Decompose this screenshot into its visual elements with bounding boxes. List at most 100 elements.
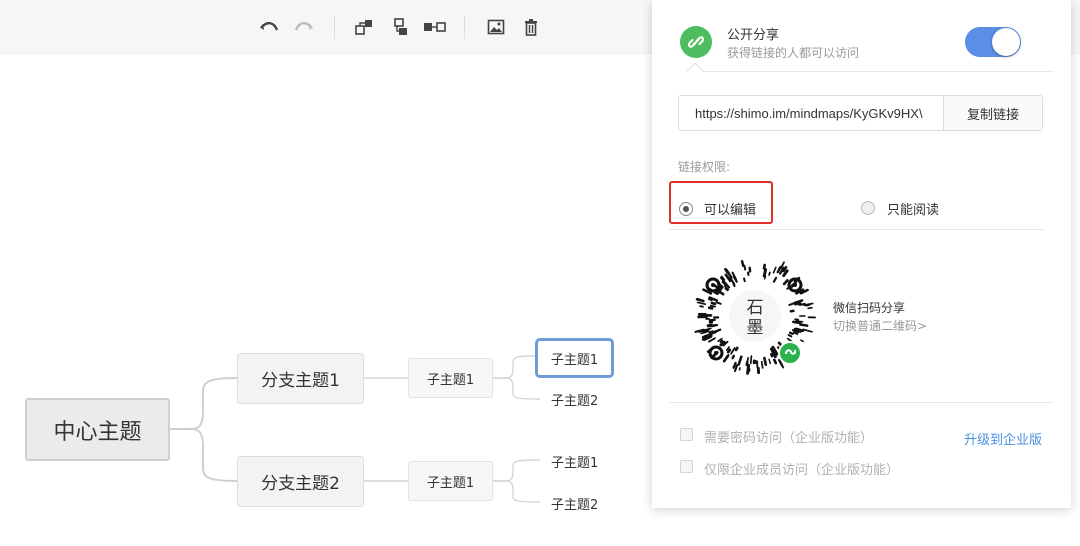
qr-module	[788, 302, 795, 306]
qr-module	[738, 367, 741, 371]
divider	[702, 71, 1054, 72]
qr-module	[701, 327, 712, 332]
delete-icon[interactable]	[519, 15, 543, 39]
qr-module	[726, 348, 732, 354]
qr-module	[762, 263, 766, 270]
qr-module	[799, 323, 809, 327]
qr-module	[795, 320, 804, 323]
branch-topic-2[interactable]: 分支主题2	[237, 456, 364, 507]
toolbar-separator	[464, 15, 465, 39]
qr-module	[707, 306, 714, 310]
switch-qr-link[interactable]: 切换普通二维码>	[833, 317, 927, 334]
qr-module	[793, 331, 799, 335]
mini-program-icon	[778, 341, 802, 365]
password-access-label: 需要密码访问（企业版功能）	[704, 431, 874, 446]
qr-module	[710, 301, 717, 306]
link-icon	[680, 26, 712, 58]
qr-module	[800, 339, 804, 343]
qr-module	[713, 290, 719, 295]
leaf-topic-2-1[interactable]: 子主题1	[551, 452, 598, 471]
app-window: 中心主题 分支主题1 分支主题2 子主题1 子主题1 子主题1 子主题2 子主题…	[0, 0, 1080, 546]
qr-module	[709, 304, 717, 308]
qr-logo-char-1: 石	[747, 298, 764, 318]
qr-module	[788, 331, 794, 336]
qr-module	[787, 334, 793, 338]
qr-module	[769, 352, 774, 358]
qr-module	[768, 358, 772, 365]
add-child-topic-icon[interactable]	[352, 15, 376, 39]
radio-can-edit-label[interactable]: 可以编辑	[704, 199, 756, 218]
qr-module	[732, 361, 737, 369]
qr-module	[730, 347, 736, 355]
toggle-knob	[992, 28, 1020, 56]
qr-module	[708, 337, 716, 343]
qr-logo-char-2: 墨	[747, 318, 764, 338]
qr-module	[743, 264, 747, 271]
qr-module	[699, 305, 704, 308]
add-parent-topic-icon[interactable]	[423, 15, 447, 39]
add-sibling-topic-icon[interactable]	[389, 15, 413, 39]
subtopic-1-1[interactable]: 子主题1	[408, 358, 493, 398]
members-only-checkbox[interactable]	[680, 460, 693, 473]
qr-module	[700, 331, 707, 335]
qr-module	[805, 304, 811, 307]
leaf-topic-2-2[interactable]: 子主题2	[551, 494, 598, 513]
share-title: 公开分享	[727, 28, 780, 43]
qr-share-title: 微信扫码分享	[833, 301, 906, 315]
qr-module	[734, 346, 739, 352]
qr-module	[807, 306, 813, 310]
qr-module	[782, 279, 789, 286]
qr-module	[802, 328, 813, 333]
qr-module	[695, 297, 705, 303]
qr-module	[776, 265, 782, 274]
qr-module	[719, 340, 726, 347]
qr-module	[768, 271, 771, 276]
divider	[669, 402, 1054, 403]
members-only-label: 仅限企业成员访问（企业版功能）	[704, 463, 900, 478]
share-url-input[interactable]	[678, 95, 944, 131]
qr-module	[715, 301, 722, 305]
redo-icon[interactable]	[292, 15, 316, 39]
copy-link-button[interactable]: 复制链接	[943, 95, 1043, 131]
toolbar-separator	[334, 15, 335, 39]
permission-label: 链接权限:	[678, 160, 731, 174]
upgrade-enterprise-link[interactable]: 升级到企业版	[964, 429, 1042, 448]
qr-module	[720, 275, 726, 282]
qr-module	[731, 354, 735, 360]
selected-leaf-topic[interactable]: 子主题1	[535, 338, 614, 378]
qr-module	[740, 260, 745, 267]
popover-notch	[686, 62, 704, 80]
qr-module	[722, 354, 729, 363]
branch-topic-1[interactable]: 分支主题1	[237, 353, 364, 404]
insert-image-icon[interactable]	[484, 15, 508, 39]
qr-module	[745, 360, 749, 367]
share-panel: 公开分享 获得链接的人都可以访问 复制链接 链接权限: 可以编辑 只能阅读 石 …	[652, 0, 1071, 508]
qr-module	[772, 266, 777, 274]
undo-icon[interactable]	[257, 15, 281, 39]
qr-module	[749, 355, 753, 365]
divider	[669, 229, 1044, 230]
leaf-topic-1-2[interactable]: 子主题2	[551, 390, 598, 409]
qr-module	[762, 268, 768, 278]
qr-module	[706, 323, 713, 327]
qr-module	[696, 301, 707, 306]
radio-can-edit[interactable]	[679, 202, 693, 216]
wechat-qr-code: 石 墨	[694, 260, 816, 375]
radio-read-only-label[interactable]: 只能阅读	[887, 199, 939, 218]
qr-module	[773, 358, 778, 365]
qr-module	[732, 283, 736, 288]
subtopic-2-1[interactable]: 子主题1	[408, 461, 493, 501]
qr-module	[719, 339, 724, 344]
radio-read-only[interactable]	[861, 201, 875, 215]
qr-module	[743, 277, 746, 283]
qr-module	[763, 356, 768, 366]
share-subtitle: 获得链接的人都可以访问	[727, 46, 860, 60]
qr-module	[772, 276, 778, 283]
qr-module	[724, 287, 729, 292]
qr-module	[708, 330, 714, 335]
password-access-checkbox[interactable]	[680, 428, 693, 441]
qr-module	[737, 355, 743, 366]
public-share-toggle[interactable]	[965, 27, 1021, 57]
center-topic[interactable]: 中心主题	[25, 398, 170, 461]
qr-module	[760, 360, 764, 369]
